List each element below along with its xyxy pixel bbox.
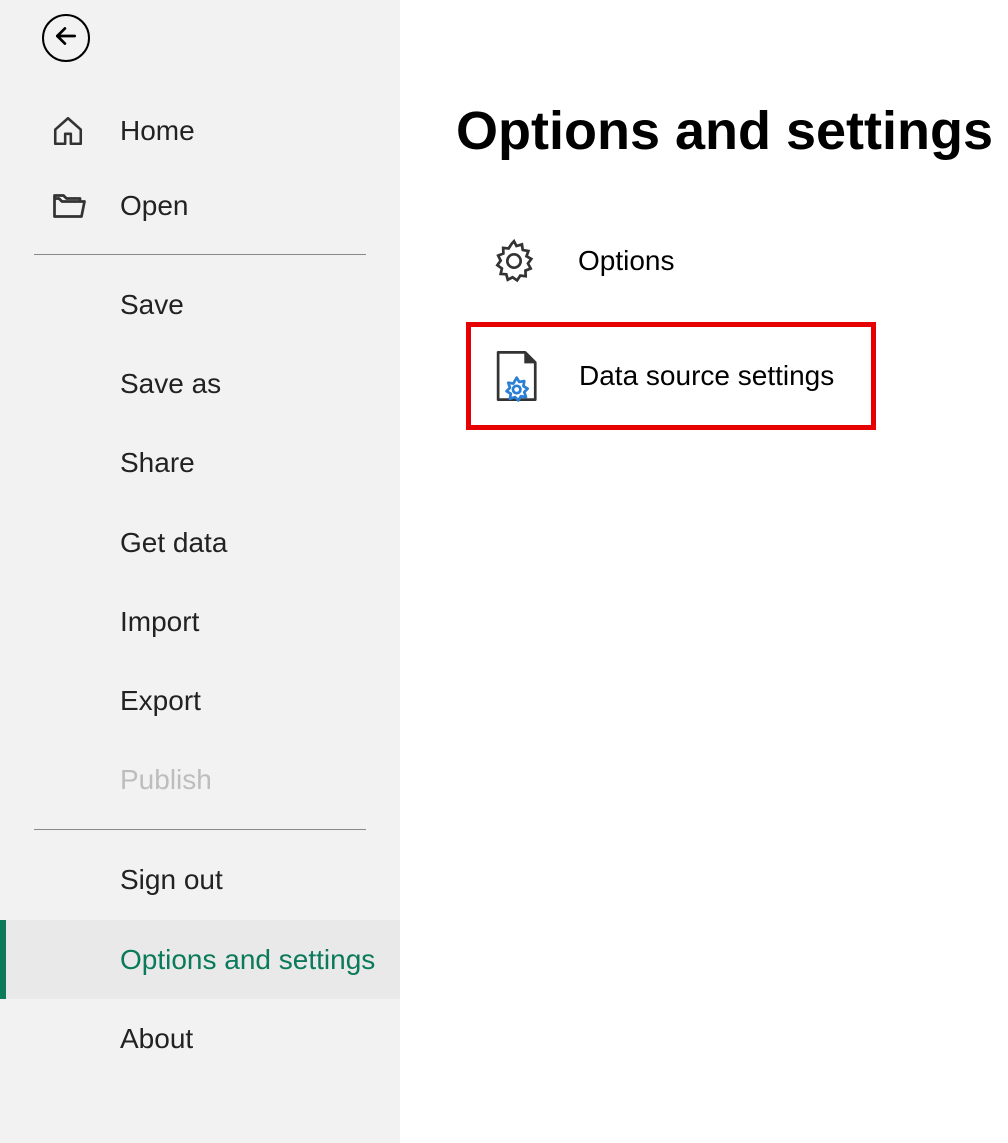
- sidebar-item-publish: Publish: [0, 740, 400, 819]
- sidebar-item-label: Get data: [120, 523, 227, 562]
- divider: [34, 254, 366, 255]
- sidebar-item-import[interactable]: Import: [0, 582, 400, 661]
- sidebar-primary-group: Home Open: [0, 94, 400, 244]
- sidebar: Home Open Save Save as Share Get data I: [0, 0, 400, 1143]
- sidebar-item-get-data[interactable]: Get data: [0, 503, 400, 582]
- sidebar-bottom-group: Sign out Options and settings About: [0, 840, 400, 1078]
- sidebar-item-home[interactable]: Home: [0, 94, 400, 168]
- sidebar-item-label: Save as: [120, 364, 221, 403]
- data-source-settings-icon: [487, 349, 543, 403]
- option-label: Data source settings: [579, 360, 834, 392]
- sidebar-item-label: Open: [120, 190, 189, 222]
- sidebar-item-label: Options and settings: [120, 940, 375, 979]
- sidebar-item-label: Export: [120, 681, 201, 720]
- option-data-source-settings[interactable]: Data source settings: [471, 327, 871, 425]
- sidebar-item-sign-out[interactable]: Sign out: [0, 840, 400, 919]
- back-button[interactable]: [42, 14, 90, 62]
- main-panel: Options and settings Options D: [400, 0, 1008, 1143]
- option-label: Options: [578, 245, 675, 277]
- arrow-left-icon: [53, 23, 79, 54]
- page-title: Options and settings: [456, 100, 1008, 162]
- folder-icon: [48, 188, 88, 224]
- sidebar-file-group: Save Save as Share Get data Import Expor…: [0, 265, 400, 819]
- sidebar-item-about[interactable]: About: [0, 999, 400, 1078]
- sidebar-item-save-as[interactable]: Save as: [0, 344, 400, 423]
- gear-icon: [486, 236, 542, 286]
- divider: [34, 829, 366, 830]
- sidebar-item-save[interactable]: Save: [0, 265, 400, 344]
- home-icon: [48, 114, 88, 148]
- sidebar-item-label: Import: [120, 602, 199, 641]
- sidebar-item-label: About: [120, 1019, 193, 1058]
- option-options[interactable]: Options: [466, 212, 1008, 310]
- sidebar-item-label: Sign out: [120, 860, 223, 899]
- sidebar-item-label: Share: [120, 443, 195, 482]
- sidebar-item-label: Home: [120, 115, 195, 147]
- sidebar-item-label: Save: [120, 285, 184, 324]
- sidebar-item-open[interactable]: Open: [0, 168, 400, 244]
- sidebar-item-share[interactable]: Share: [0, 423, 400, 502]
- sidebar-item-export[interactable]: Export: [0, 661, 400, 740]
- sidebar-item-options-and-settings[interactable]: Options and settings: [0, 920, 400, 999]
- sidebar-item-label: Publish: [120, 760, 212, 799]
- highlight-annotation: Data source settings: [466, 322, 876, 430]
